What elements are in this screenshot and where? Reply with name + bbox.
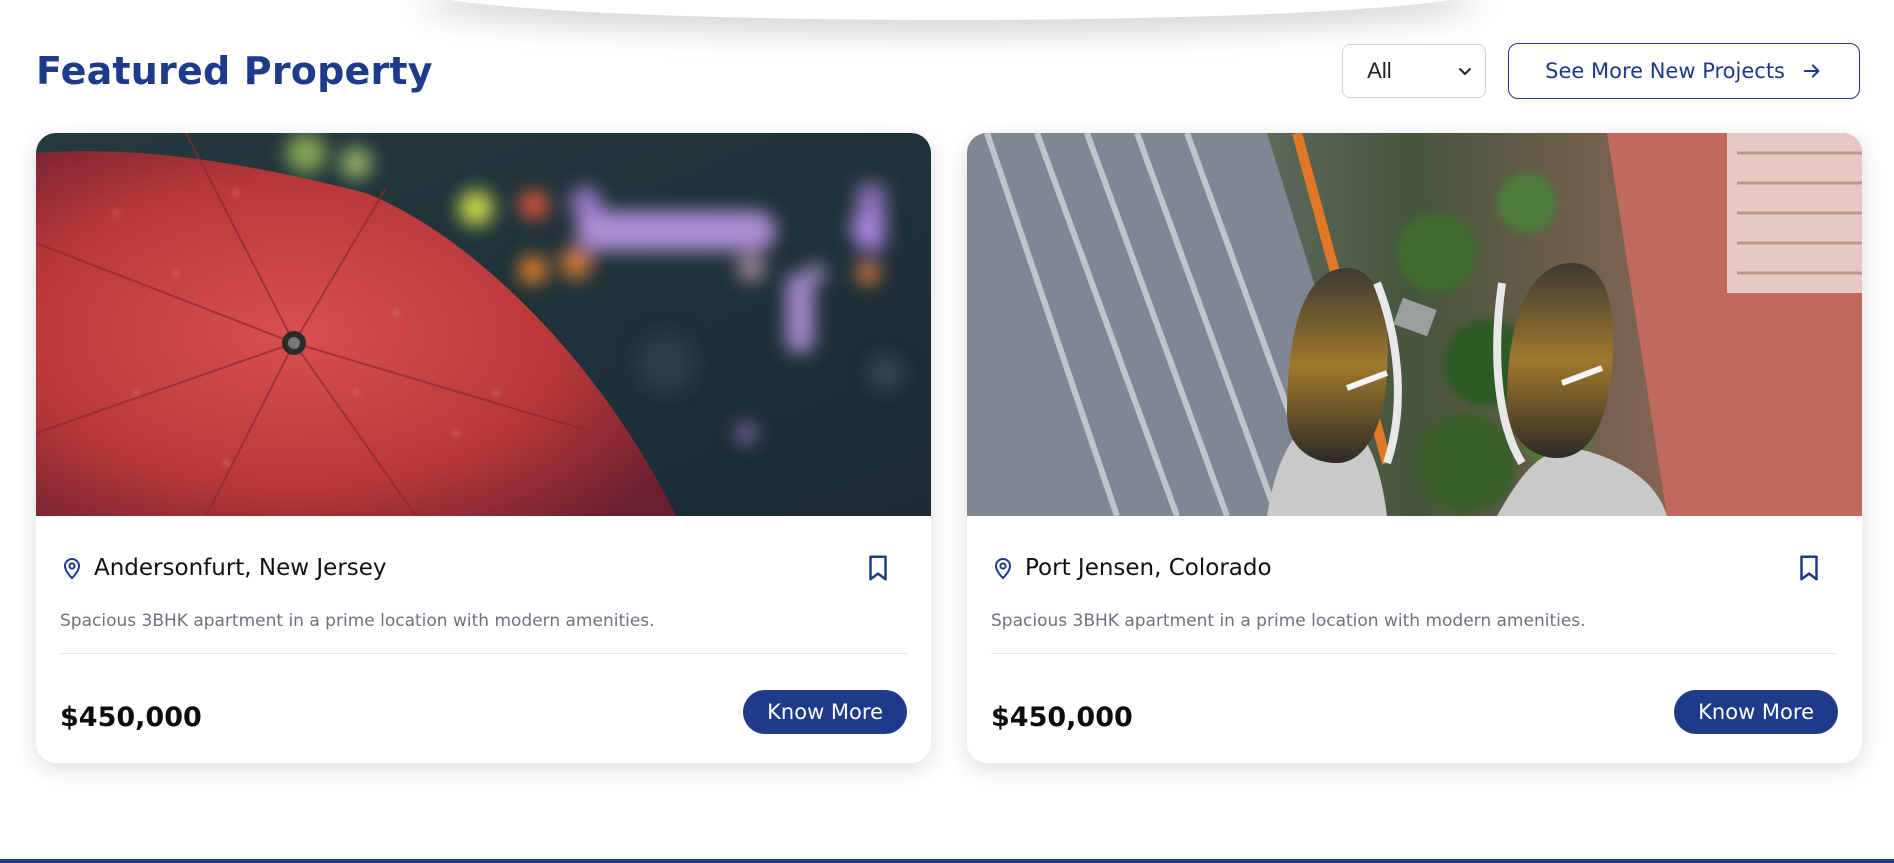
property-card: Andersonfurt, New Jersey Spacious 3BHK a…: [36, 133, 931, 763]
property-description: Spacious 3BHK apartment in a prime locat…: [60, 611, 655, 631]
header-actions: All See More New Projects: [1342, 43, 1860, 99]
know-more-button[interactable]: Know More: [1674, 690, 1838, 734]
know-more-button[interactable]: Know More: [743, 690, 907, 734]
property-card: Port Jensen, Colorado Spacious 3BHK apar…: [967, 133, 1862, 763]
bookmark-icon[interactable]: [1794, 553, 1824, 583]
property-price: $450,000: [991, 702, 1133, 733]
card-body: Andersonfurt, New Jersey Spacious 3BHK a…: [60, 516, 907, 763]
footer-border: [0, 859, 1894, 863]
card-body: Port Jensen, Colorado Spacious 3BHK apar…: [991, 516, 1838, 763]
page-title: Featured Property: [36, 49, 433, 93]
see-more-projects-button[interactable]: See More New Projects: [1508, 43, 1860, 99]
location-text: Port Jensen, Colorado: [1025, 555, 1272, 581]
section-header: Featured Property All See More New Proje…: [36, 40, 1860, 102]
divider: [991, 653, 1838, 654]
location-row: Andersonfurt, New Jersey: [60, 550, 907, 586]
location: Port Jensen, Colorado: [991, 555, 1272, 581]
divider: [60, 653, 907, 654]
property-filter-select[interactable]: All: [1342, 44, 1487, 98]
chevron-down-icon: [1459, 68, 1472, 75]
top-shadow: [420, 0, 1480, 20]
property-image-umbrella: [36, 133, 931, 516]
map-pin-icon: [63, 558, 81, 580]
property-card-list: Andersonfurt, New Jersey Spacious 3BHK a…: [36, 133, 1862, 763]
see-more-label: See More New Projects: [1545, 59, 1785, 83]
property-image-skyscraper: [967, 133, 1862, 516]
bookmark-icon[interactable]: [863, 553, 893, 583]
property-price: $450,000: [60, 702, 202, 733]
location: Andersonfurt, New Jersey: [60, 555, 387, 581]
location-row: Port Jensen, Colorado: [991, 550, 1838, 586]
arrow-right-icon: [1803, 64, 1820, 78]
property-description: Spacious 3BHK apartment in a prime locat…: [991, 611, 1586, 631]
location-text: Andersonfurt, New Jersey: [94, 555, 387, 581]
filter-selected-value: All: [1367, 58, 1392, 83]
map-pin-icon: [994, 558, 1012, 580]
